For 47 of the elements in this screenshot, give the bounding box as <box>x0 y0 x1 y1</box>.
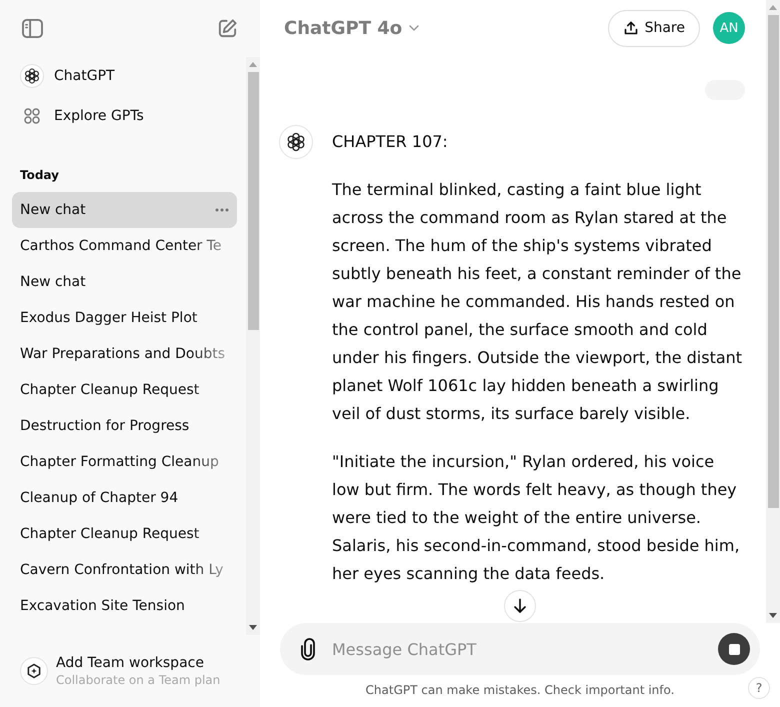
scrollbar-thumb[interactable] <box>248 72 258 330</box>
hexagon-sparkle-icon <box>20 657 48 685</box>
message-paragraph: CHAPTER 107: <box>332 131 449 153</box>
scrollbar-thumb[interactable] <box>768 15 778 508</box>
chat-history-item[interactable]: Excavation Site Tension <box>12 588 237 624</box>
share-icon <box>624 21 638 35</box>
chat-history-item[interactable]: Chapter Cleanup Request <box>12 516 237 552</box>
chat-history-item[interactable]: Destruction for Progress <box>12 408 237 444</box>
scroll-up-arrow-icon[interactable] <box>249 62 257 67</box>
chat-history-item[interactable]: Cavern Confrontation with Ly <box>12 552 237 588</box>
chat-history-item[interactable]: New chat <box>12 192 237 228</box>
share-button[interactable]: Share <box>608 10 700 46</box>
scrollbar[interactable] <box>246 57 260 635</box>
disclaimer-text: ChatGPT can make mistakes. Check important info. <box>366 682 674 698</box>
message-input[interactable]: Message ChatGPT <box>332 634 701 664</box>
chat-history-item[interactable]: Cleanup of Chapter 94 <box>12 480 237 516</box>
model-selector[interactable]: ChatGPT 4o <box>284 18 420 38</box>
scroll-down-arrow-icon[interactable] <box>769 613 777 618</box>
sidebar-toggle-icon[interactable] <box>22 19 43 38</box>
scroll-up-arrow-icon[interactable] <box>769 5 777 10</box>
chevron-down-icon <box>409 25 420 31</box>
assistant-avatar-icon <box>279 125 313 159</box>
scroll-down-arrow-icon[interactable] <box>249 625 257 630</box>
paperclip-icon[interactable] <box>301 638 315 660</box>
more-icon[interactable] <box>215 208 229 212</box>
add-team-workspace-button[interactable]: Add Team workspace Collaborate on a Team plan <box>12 652 248 690</box>
chat-history-item[interactable]: Exodus Dagger Heist Plot <box>12 300 237 336</box>
chat-history-item[interactable]: War Preparations and Doubts <box>12 336 237 372</box>
stop-button[interactable] <box>718 633 750 665</box>
help-button[interactable]: ? <box>748 677 770 699</box>
chat-history-item[interactable]: Carthos Command Center Te <box>12 228 237 264</box>
knot-logo-icon <box>20 64 44 88</box>
chat-history-item[interactable]: New chat <box>12 264 237 300</box>
chat-history-item[interactable]: Chapter Cleanup Request <box>12 372 237 408</box>
chat-history-item[interactable]: Chapter Formatting Cleanup <box>12 444 237 480</box>
stop-icon <box>728 644 740 654</box>
section-heading: Today <box>19 167 59 184</box>
scrollbar[interactable] <box>766 0 780 623</box>
arrow-down-icon <box>512 598 528 614</box>
message-field[interactable]: Message ChatGPT <box>280 623 760 675</box>
new-chat-icon[interactable] <box>217 18 238 39</box>
sidebar-nav-item[interactable]: ChatGPT <box>12 58 237 94</box>
scroll-down-button[interactable] <box>504 590 536 622</box>
grid-circles-icon <box>24 108 40 124</box>
message-paragraph: The terminal blinked, casting a faint blue light across the command room as Rylan stared at the screen. The hum of the ship's systems vibrated subtly beneath his feet, a constant reminder of the war machine he commanded. His hands rested on the control panel, the surface smooth and cold under his fingers. Outside the viewport, the distant planet Wolf 1061c lay hidden beneath a swirling veil of dust storms, its surface barely visible. <box>332 179 744 425</box>
message-paragraph: "Initiate the incursion," Rylan ordered, his voice low but firm. The words felt heavy, as though they were tied to the weight of the entire universe. Salaris, his second-in-command, stood beside him, her eyes scanning the data feeds. <box>332 451 741 585</box>
sidebar-nav-item[interactable]: Explore GPTs <box>12 98 237 134</box>
